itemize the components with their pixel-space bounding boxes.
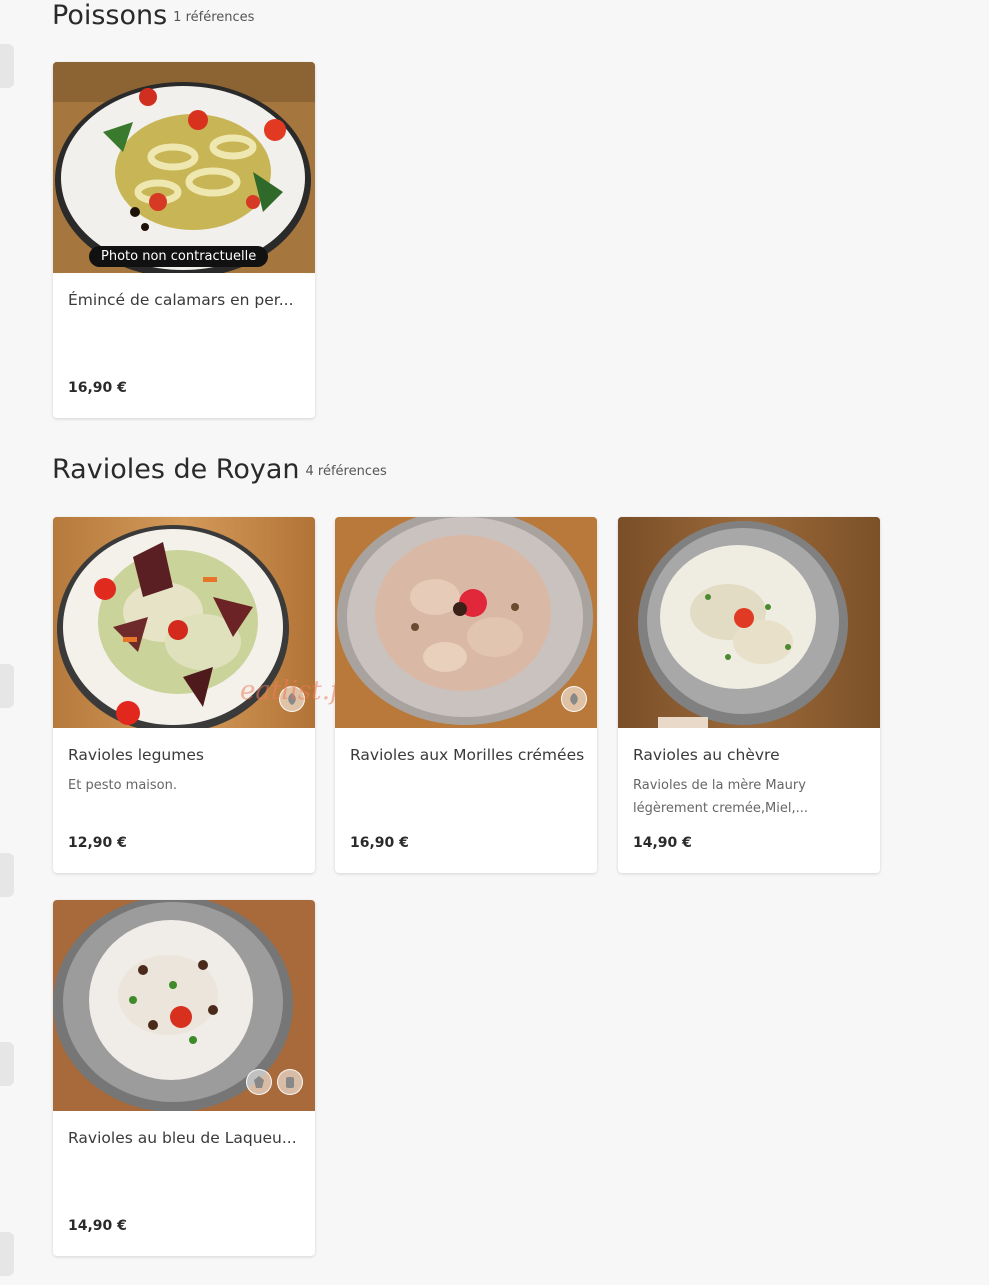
section-count: 4 références: [305, 464, 387, 479]
dish-price: 16,90 €: [68, 380, 127, 396]
section-title-poissons: Poissons 1 références: [52, 0, 254, 31]
dish-name: Ravioles legumes: [68, 746, 204, 764]
dish-photo: [618, 517, 880, 728]
scroll-edge-tab: [0, 853, 14, 897]
scroll-edge-tab: [0, 44, 14, 88]
scroll-edge-tab: [0, 1232, 14, 1276]
menu-item-card[interactable]: Ravioles au chèvre Ravioles de la mère M…: [618, 517, 880, 873]
leaf-icon: [561, 686, 587, 712]
section-count: 1 références: [173, 10, 255, 25]
dish-price: 14,90 €: [633, 835, 692, 851]
photo-disclaimer-badge: Photo non contractuelle: [89, 246, 269, 267]
dish-description: Et pesto maison.: [68, 778, 177, 793]
menu-item-card[interactable]: Ravioles aux Morilles crémées 16,90 €: [335, 517, 597, 873]
jar-icon: [277, 1069, 303, 1095]
scroll-edge-tab: [0, 1042, 14, 1086]
menu-item-card[interactable]: Photo non contractuelle Émincé de calama…: [53, 62, 315, 418]
scroll-edge-tab: [0, 664, 14, 708]
section-title-text: Poissons: [52, 0, 168, 31]
dish-name: Ravioles aux Morilles crémées: [350, 746, 585, 764]
dish-name: Ravioles au chèvre: [633, 746, 780, 764]
dish-price: 14,90 €: [68, 1218, 127, 1234]
dish-price: 12,90 €: [68, 835, 127, 851]
dish-photo: [53, 900, 315, 1111]
dish-name: Émincé de calamars en per...: [68, 291, 294, 309]
menu-item-card[interactable]: Ravioles au bleu de Laqueu... 14,90 €: [53, 900, 315, 1256]
dish-name: Ravioles au bleu de Laqueu...: [68, 1129, 297, 1147]
section-title-text: Ravioles de Royan: [52, 454, 300, 485]
dish-photo: [335, 517, 597, 728]
dish-description: Ravioles de la mère Maury légèrement cre…: [633, 778, 809, 816]
dish-photo: Photo non contractuelle: [53, 62, 315, 273]
nut-icon: [246, 1069, 272, 1095]
section-title-ravioles: Ravioles de Royan 4 références: [52, 454, 387, 485]
dish-price: 16,90 €: [350, 835, 409, 851]
